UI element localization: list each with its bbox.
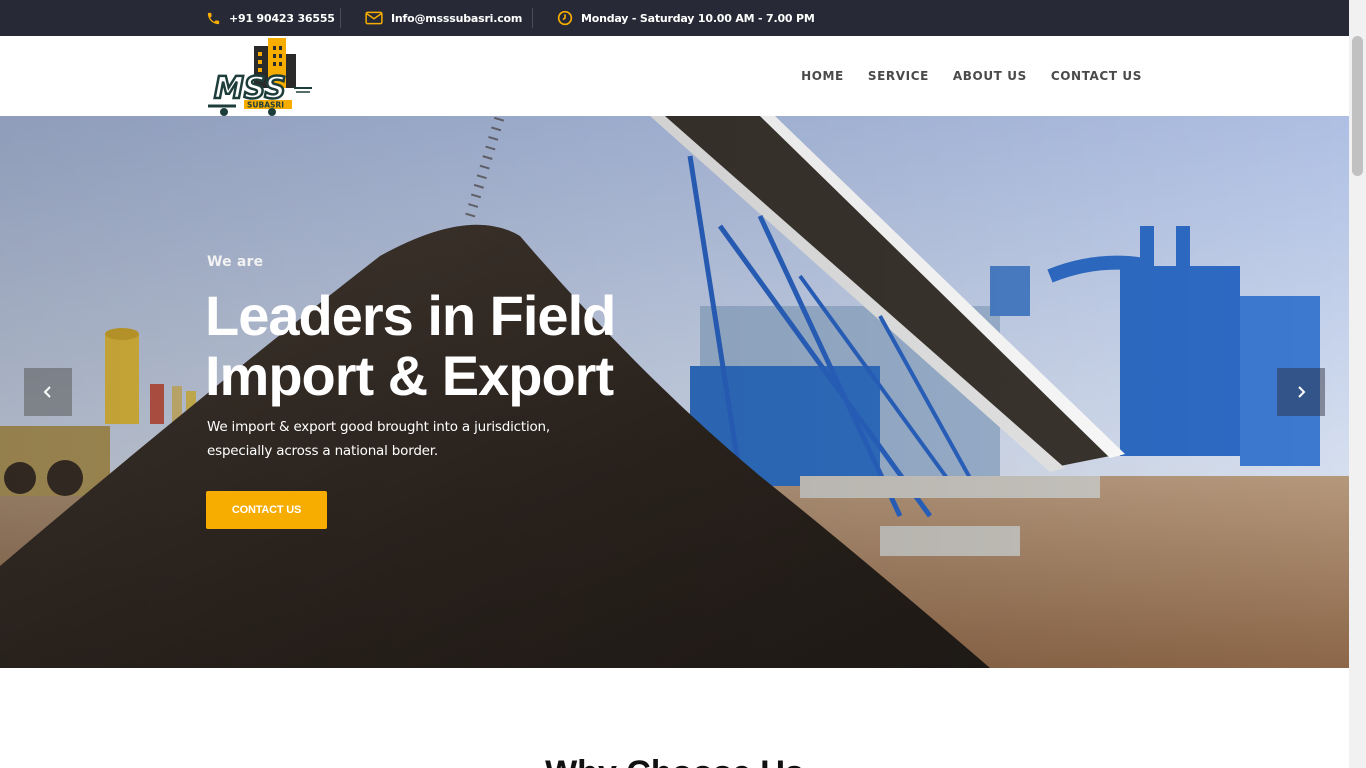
divider <box>532 8 533 28</box>
phone-contact[interactable]: +91 90423 36555 <box>206 0 335 36</box>
nav-home[interactable]: HOME <box>801 69 844 83</box>
slider-next-button[interactable] <box>1277 368 1325 416</box>
nav-contact-us[interactable]: CONTACT US <box>1051 69 1142 83</box>
phone-number: +91 90423 36555 <box>229 11 335 25</box>
brand-logo[interactable]: MSS SUBASRI <box>206 36 314 116</box>
chevron-right-icon <box>1298 386 1306 398</box>
hero-overlay <box>0 116 1349 668</box>
hero-subtitle: We import & export good brought into a j… <box>207 415 567 463</box>
hero-contact-button[interactable]: CONTACT US <box>206 491 327 529</box>
nav-about-us[interactable]: ABOUT US <box>953 69 1027 83</box>
hero-subtitle-line1: We import & export good brought into a j… <box>207 419 551 435</box>
hours-text: Monday - Saturday 10.00 AM - 7.00 PM <box>581 11 815 25</box>
slider-prev-button[interactable] <box>24 368 72 416</box>
hero-headline-line2: Import & Export <box>205 344 614 407</box>
email-contact[interactable]: Info@msssubasri.com <box>365 0 522 36</box>
page-scrollbar[interactable] <box>1349 0 1366 768</box>
email-address: Info@msssubasri.com <box>391 11 523 25</box>
mail-icon <box>365 11 383 25</box>
main-nav: HOME SERVICE ABOUT US CONTACT US <box>777 36 1142 116</box>
clock-icon <box>557 10 573 26</box>
hero-headline-line1: Leaders in Field <box>205 284 616 347</box>
hero-subtitle-line2: especially across a national border. <box>207 443 438 459</box>
chevron-left-icon <box>43 386 51 398</box>
nav-service[interactable]: SERVICE <box>868 69 929 83</box>
scrollbar-thumb[interactable] <box>1352 36 1363 176</box>
hero-kicker: We are <box>207 254 264 270</box>
phone-icon <box>207 12 220 24</box>
divider <box>340 8 341 28</box>
section-title: Why Choose Us <box>0 754 1349 768</box>
site-header: MSS SUBASRI HOME SERVICE ABOUT US CONTAC… <box>0 36 1349 116</box>
why-choose-us-section: Why Choose Us <box>0 668 1349 768</box>
business-hours: Monday - Saturday 10.00 AM - 7.00 PM <box>557 0 815 36</box>
top-info-bar: +91 90423 36555 Info@msssubasri.com Mond… <box>0 0 1349 36</box>
hero-slider: We are Leaders in Field Import & Export … <box>0 116 1349 668</box>
hero-headline: Leaders in Field Import & Export <box>205 284 616 407</box>
svg-text:SUBASRI: SUBASRI <box>247 101 284 110</box>
page: +91 90423 36555 Info@msssubasri.com Mond… <box>0 0 1366 768</box>
